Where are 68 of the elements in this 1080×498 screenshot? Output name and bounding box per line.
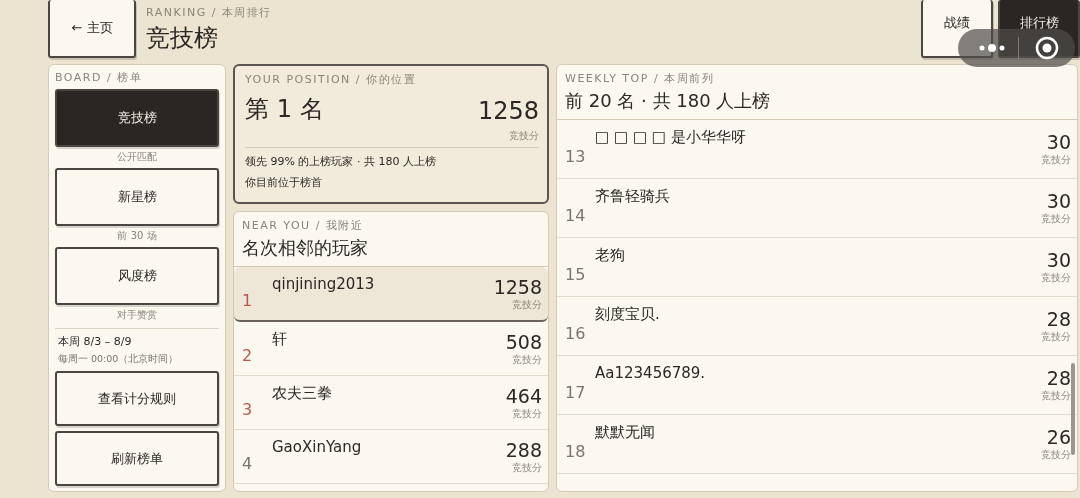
player-name: 老狗	[595, 245, 626, 265]
rank-number: 14	[565, 204, 587, 225]
player-score: 508	[505, 330, 542, 353]
player-score: 1258	[493, 275, 542, 298]
scrollbar[interactable]	[1071, 363, 1075, 455]
board-eyebrow: BOARD / 榜单	[55, 70, 144, 85]
board-tab[interactable]: 新星榜	[55, 168, 219, 226]
rank-text: 第 1 名	[245, 94, 324, 125]
action-button[interactable]: 刷新榜单	[55, 431, 219, 486]
weekly-eyebrow: WEEKLY TOP / 本周前列	[565, 71, 716, 86]
score-label: 竞技分	[512, 460, 542, 475]
rank-number: 2	[242, 345, 254, 365]
action-button[interactable]: 查看计分规则	[55, 371, 219, 426]
player-name: qinjining2013	[272, 274, 376, 293]
player-score: 26	[1046, 426, 1071, 448]
position-eyebrow: YOUR POSITION / 你的位置	[245, 72, 418, 87]
score-value: 1258	[477, 97, 539, 125]
player-score: 28	[1046, 308, 1071, 330]
rank-number: 15	[565, 263, 587, 284]
board-caption: 对手赞赏	[116, 308, 158, 322]
board-tab[interactable]: 竞技榜	[55, 89, 219, 147]
week-range: 本周 8/3 – 8/9	[57, 334, 133, 349]
rank-number: 16	[565, 322, 587, 343]
rank-number: 1	[242, 290, 254, 310]
rank-number: 18	[565, 440, 587, 461]
weekly-title: 前 20 名 · 共 180 人上榜	[565, 89, 772, 113]
lead-text: 领先 99% 的上榜玩家 · 共 180 人上榜	[245, 154, 437, 169]
player-name: 齐鲁轻骑兵	[595, 186, 671, 206]
score-label: 竞技分	[512, 352, 542, 367]
status-note: 你目前位于榜首	[245, 175, 323, 190]
page-eyebrow: RANKING / 本周排行	[146, 5, 273, 20]
score-label: 竞技分	[512, 297, 542, 312]
player-name: 默默无闻	[595, 422, 656, 442]
rank-number: 13	[565, 145, 587, 166]
player-name: 轩	[272, 329, 288, 349]
page-title: 竞技榜	[146, 23, 219, 54]
score-label: 竞技分	[1041, 389, 1071, 403]
board-caption: 公开匹配	[116, 150, 158, 164]
player-row[interactable]: 1 qinjining2013 1258 竞技分	[234, 267, 548, 322]
player-score: 30	[1046, 131, 1071, 153]
player-name: 农夫三拳	[272, 383, 333, 403]
player-score: 30	[1046, 190, 1071, 212]
back-button[interactable]: ← 主页	[48, 0, 136, 58]
score-label: 竞技分	[1041, 448, 1071, 462]
capsule-menu[interactable]	[958, 29, 1075, 67]
reset-time: 每周一 00:00（北京时间）	[57, 353, 180, 366]
player-score: 28	[1046, 367, 1071, 389]
board-caption: 前 30 场	[116, 229, 158, 243]
player-score: 288	[505, 438, 542, 461]
board-tab[interactable]: 风度榜	[55, 247, 219, 305]
player-score: 30	[1046, 249, 1071, 271]
score-label: 竞技分	[1041, 271, 1071, 285]
player-name: □ □ □ □ 是小华华呀	[595, 127, 747, 147]
player-score: 464	[505, 384, 542, 407]
player-name: GaoXinYang	[272, 437, 363, 456]
score-label: 竞技分	[509, 129, 539, 143]
score-label: 竞技分	[512, 406, 542, 421]
close-target-icon[interactable]	[1035, 36, 1059, 60]
rank-number: 17	[565, 381, 587, 402]
rank-number: 4	[242, 453, 254, 473]
score-label: 竞技分	[1041, 212, 1071, 226]
player-name: 刻度宝贝.	[595, 304, 661, 324]
score-label: 竞技分	[1041, 153, 1071, 167]
near-title: 名次相邻的玩家	[242, 236, 369, 260]
score-label: 竞技分	[1041, 330, 1071, 344]
player-name: Aa123456789.	[595, 363, 707, 382]
rank-number: 3	[242, 399, 254, 419]
near-eyebrow: NEAR YOU / 我附近	[242, 218, 365, 233]
